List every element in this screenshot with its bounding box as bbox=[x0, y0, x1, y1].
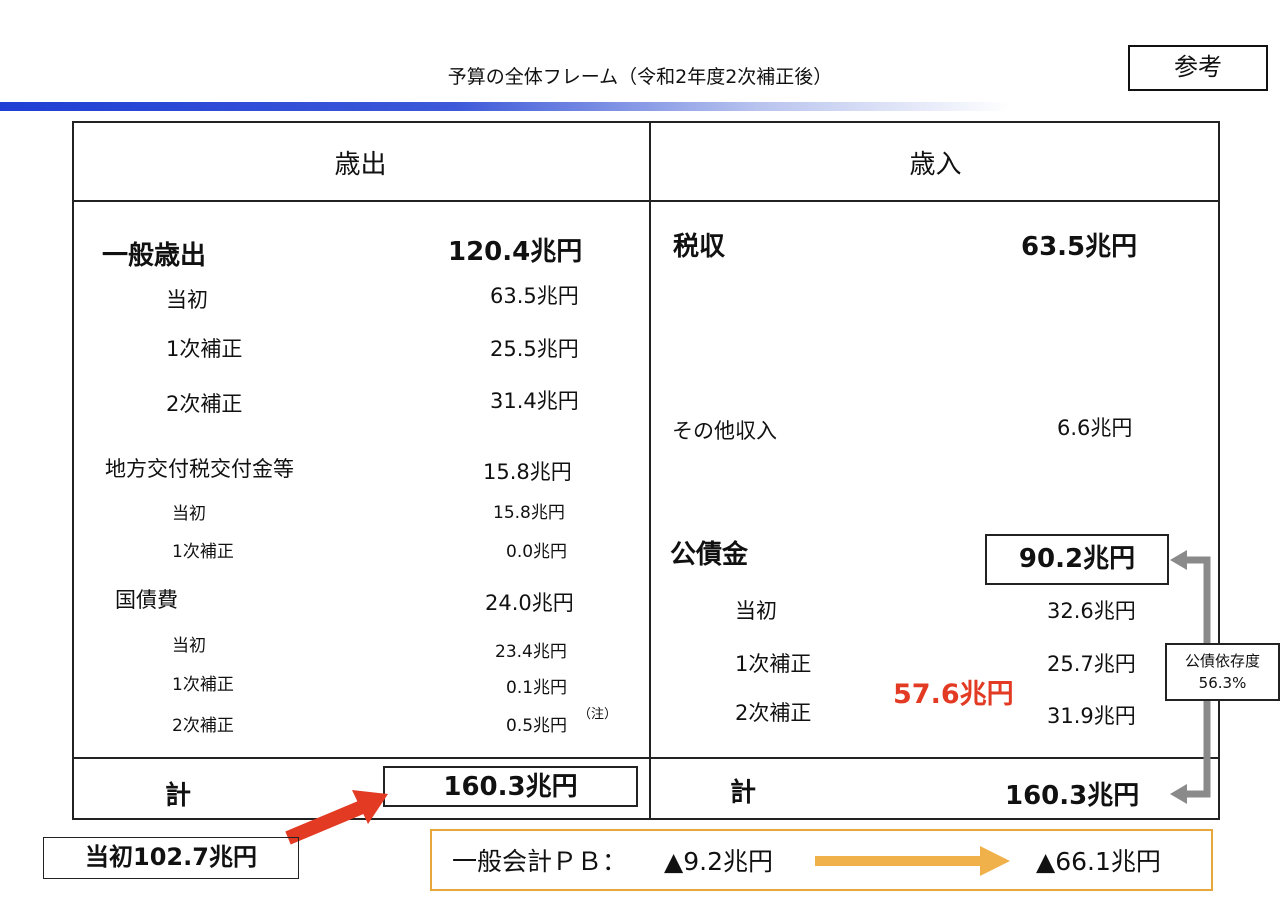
other-revenue-label: その他収入 bbox=[672, 419, 777, 443]
local-allocation-label: 地方交付税交付金等 bbox=[105, 457, 294, 481]
bond-dependency-box: 公債依存度 56.3% bbox=[1165, 643, 1280, 701]
general-supp2-label: 2次補正 bbox=[166, 392, 243, 416]
expenditure-total-value: 160.3兆円 bbox=[383, 766, 638, 807]
supplementary-bonds-sum: 57.6兆円 bbox=[893, 679, 1014, 710]
bond-dependency-label: 公債依存度 bbox=[1184, 652, 1260, 670]
primary-balance-label: 一般会計ＰＢ： bbox=[452, 847, 628, 876]
general-supp2-value: 31.4兆円 bbox=[490, 389, 579, 413]
expenditure-header: 歳出 bbox=[334, 150, 387, 180]
bonds-initial-label: 当初 bbox=[735, 599, 777, 623]
local-initial-label: 当初 bbox=[172, 504, 206, 524]
bonds-initial-value: 32.6兆円 bbox=[1047, 599, 1136, 623]
revenue-total-label: 計 bbox=[730, 778, 757, 808]
debt-service-label: 国債費 bbox=[115, 588, 178, 612]
general-supp1-label: 1次補正 bbox=[166, 337, 243, 361]
table-header-divider bbox=[72, 200, 1220, 202]
bonds-label: 公債金 bbox=[670, 540, 749, 570]
revenue-header: 歳入 bbox=[909, 150, 962, 180]
primary-balance-after: ▲66.1兆円 bbox=[1036, 847, 1161, 876]
debt-supp1-value: 0.1兆円 bbox=[506, 678, 568, 698]
tax-revenue-label: 税収 bbox=[673, 232, 726, 262]
local-supp1-value: 0.0兆円 bbox=[506, 542, 568, 562]
local-initial-value: 15.8兆円 bbox=[493, 503, 565, 523]
debt-supp2-label: 2次補正 bbox=[172, 716, 234, 736]
primary-balance-arrow bbox=[815, 846, 1010, 876]
initial-budget-callout: 当初102.7兆円 bbox=[43, 837, 299, 879]
bonds-value: 90.2兆円 bbox=[985, 534, 1169, 585]
local-allocation-value: 15.8兆円 bbox=[483, 460, 572, 484]
bonds-supp2-label: 2次補正 bbox=[735, 701, 812, 725]
general-initial-value: 63.5兆円 bbox=[490, 284, 579, 308]
bonds-supp2-value: 31.9兆円 bbox=[1047, 704, 1136, 728]
debt-service-value: 24.0兆円 bbox=[485, 591, 574, 615]
local-supp1-label: 1次補正 bbox=[172, 542, 234, 562]
general-supp1-value: 25.5兆円 bbox=[490, 337, 579, 361]
debt-supp2-value: 0.5兆円 bbox=[506, 716, 568, 736]
title-underline-bar bbox=[0, 102, 1010, 111]
page-title: 予算の全体フレーム（令和2年度2次補正後） bbox=[447, 66, 833, 88]
table-total-divider bbox=[72, 757, 1220, 759]
reference-badge: 参考 bbox=[1128, 45, 1268, 91]
bonds-supp1-label: 1次補正 bbox=[735, 652, 812, 676]
debt-initial-value: 23.4兆円 bbox=[495, 642, 567, 662]
debt-supp1-label: 1次補正 bbox=[172, 675, 234, 695]
general-initial-label: 当初 bbox=[166, 288, 208, 312]
expenditure-total-label: 計 bbox=[165, 781, 192, 811]
debt-initial-label: 当初 bbox=[172, 636, 206, 656]
tax-revenue-value: 63.5兆円 bbox=[1021, 232, 1138, 262]
general-expenditure-value: 120.4兆円 bbox=[448, 237, 583, 267]
revenue-total-value: 160.3兆円 bbox=[1005, 781, 1140, 811]
table-divider-vertical bbox=[649, 121, 651, 820]
bonds-supp1-value: 25.7兆円 bbox=[1047, 652, 1136, 676]
general-expenditure-label: 一般歳出 bbox=[102, 241, 207, 271]
bond-dependency-value: 56.3% bbox=[1198, 674, 1247, 692]
other-revenue-value: 6.6兆円 bbox=[1057, 416, 1133, 440]
primary-balance-before: ▲9.2兆円 bbox=[664, 847, 773, 876]
note-mark: （注） bbox=[578, 707, 618, 722]
